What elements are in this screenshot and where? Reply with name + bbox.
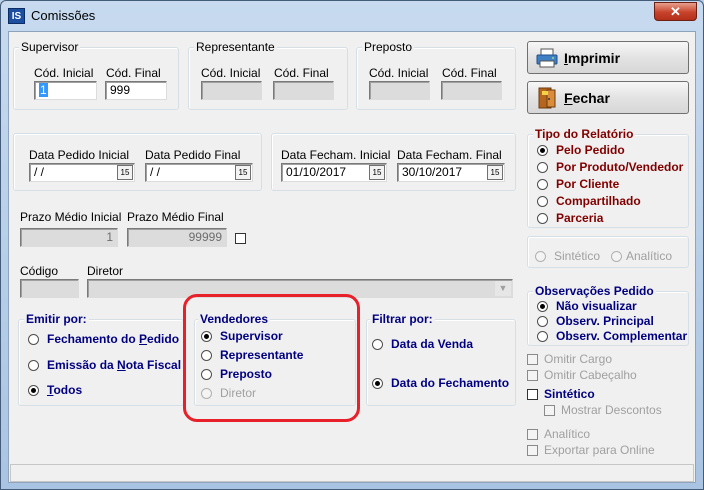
data-fecham-final-input[interactable]: 30/10/2017 15 xyxy=(397,163,505,182)
radio-button[interactable] xyxy=(28,360,39,371)
check-omitir-cargo[interactable]: Omitir Cargo xyxy=(527,351,612,367)
app-icon: IS xyxy=(8,8,25,24)
radio-parceria[interactable]: Parceria xyxy=(537,210,603,226)
check-exportar-online[interactable]: Exportar para Online xyxy=(527,442,655,458)
codigo-label: Código xyxy=(20,264,59,278)
supervisor-cod-final-label: Cód. Final xyxy=(106,66,161,80)
check-sintetico[interactable]: Sintético xyxy=(527,386,595,402)
door-exit-icon xyxy=(538,87,556,109)
radio-sintetico[interactable]: Sintético xyxy=(535,248,600,264)
data-fecham-final-label: Data Fecham. Final xyxy=(397,148,502,162)
data-fecham-inicial-label: Data Fecham. Inicial xyxy=(281,148,391,162)
radio-por-cliente[interactable]: Por Cliente xyxy=(537,176,619,192)
data-pedido-inicial-label: Data Pedido Inicial xyxy=(29,148,130,162)
printer-icon xyxy=(536,48,558,68)
radio-observ-principal[interactable]: Observ. Principal xyxy=(537,313,654,329)
checkbox[interactable] xyxy=(527,370,538,381)
representante-cod-inicial-input[interactable] xyxy=(201,81,262,100)
radio-button[interactable] xyxy=(537,331,548,342)
representante-cod-final-label: Cód. Final xyxy=(274,66,329,80)
radio-emissao-nota-fiscal[interactable]: Emissão da Nota Fiscal xyxy=(28,357,181,373)
fechamento-date-group xyxy=(271,133,516,191)
calendar-icon[interactable]: 15 xyxy=(117,165,133,180)
radio-button[interactable] xyxy=(372,378,383,389)
prazo-medio-final-input[interactable]: 99999 xyxy=(127,228,227,247)
preposto-cod-final-input[interactable] xyxy=(441,81,502,100)
radio-button[interactable] xyxy=(537,301,548,312)
check-analitico[interactable]: Analítico xyxy=(527,426,590,442)
status-bar xyxy=(10,464,694,482)
representante-cod-inicial-label: Cód. Inicial xyxy=(201,66,261,80)
pedido-date-group xyxy=(13,133,262,191)
radio-fechamento-pedido[interactable]: Fechamento do Pedido xyxy=(28,331,179,347)
check-omitir-cabecalho[interactable]: Omitir Cabeçalho xyxy=(527,367,637,383)
checkbox[interactable] xyxy=(527,445,538,456)
radio-pelo-pedido[interactable]: Pelo Pedido xyxy=(537,142,625,158)
radio-button[interactable] xyxy=(537,213,548,224)
prazo-medio-inicial-input[interactable]: 1 xyxy=(20,228,118,247)
radio-por-produto-vendedor[interactable]: Por Produto/Vendedor xyxy=(537,159,683,175)
radio-data-da-venda[interactable]: Data da Venda xyxy=(372,336,473,352)
calendar-icon[interactable]: 15 xyxy=(487,165,503,180)
check-mostrar-descontos[interactable]: Mostrar Descontos xyxy=(544,402,662,418)
prazo-checkbox[interactable] xyxy=(235,233,246,244)
tipo-relatorio-legend: Tipo do Relatório xyxy=(533,127,636,141)
radio-button[interactable] xyxy=(535,251,546,262)
data-fecham-inicial-input[interactable]: 01/10/2017 15 xyxy=(281,163,387,182)
radio-data-do-fechamento[interactable]: Data do Fechamento xyxy=(372,375,509,391)
radio-observ-complementar[interactable]: Observ. Complementar xyxy=(537,328,687,344)
radio-button[interactable] xyxy=(372,339,383,350)
chevron-down-icon[interactable]: ▼ xyxy=(495,281,511,296)
calendar-icon[interactable]: 15 xyxy=(369,165,385,180)
representante-legend: Representante xyxy=(194,40,277,54)
prazo-medio-final-label: Prazo Médio Final xyxy=(127,210,224,224)
data-pedido-inicial-input[interactable]: / / 15 xyxy=(29,163,135,182)
fechar-button[interactable]: Fechar xyxy=(527,81,689,114)
radio-nao-visualizar[interactable]: Não visualizar xyxy=(537,298,637,314)
checkbox[interactable] xyxy=(527,389,538,400)
diretor-label: Diretor xyxy=(87,264,124,278)
radio-button[interactable] xyxy=(611,251,622,262)
imprimir-button[interactable]: Imprimir xyxy=(527,41,689,74)
client-area: Supervisor Cód. Inicial Cód. Final 1 999… xyxy=(8,31,696,483)
representante-cod-final-input[interactable] xyxy=(273,81,334,100)
checkbox[interactable] xyxy=(544,405,555,416)
close-button[interactable]: ✕ xyxy=(654,2,697,21)
observacoes-legend: Observações Pedido xyxy=(533,284,656,298)
radio-todos[interactable]: Todos xyxy=(28,382,82,398)
data-pedido-final-label: Data Pedido Final xyxy=(145,148,241,162)
supervisor-legend: Supervisor xyxy=(19,40,81,54)
preposto-cod-inicial-input[interactable] xyxy=(369,81,430,100)
window-title: Comissões xyxy=(31,8,96,23)
radio-button[interactable] xyxy=(537,316,548,327)
emitir-por-legend: Emitir por: xyxy=(24,312,89,326)
supervisor-cod-inicial-input[interactable]: 1 xyxy=(34,81,97,100)
radio-button[interactable] xyxy=(537,145,548,156)
radio-button[interactable] xyxy=(28,385,39,396)
checkbox[interactable] xyxy=(527,429,538,440)
preposto-cod-inicial-label: Cód. Inicial xyxy=(369,66,429,80)
radio-compartilhado[interactable]: Compartilhado xyxy=(537,193,641,209)
radio-button[interactable] xyxy=(28,334,39,345)
preposto-cod-final-label: Cód. Final xyxy=(442,66,497,80)
data-pedido-final-input[interactable]: / / 15 xyxy=(145,163,253,182)
calendar-icon[interactable]: 15 xyxy=(235,165,251,180)
supervisor-cod-final-input[interactable]: 999 xyxy=(105,81,167,100)
radio-analitico[interactable]: Analítico xyxy=(611,248,672,264)
radio-button[interactable] xyxy=(537,162,548,173)
codigo-input[interactable] xyxy=(20,279,79,298)
prazo-medio-inicial-label: Prazo Médio Inicial xyxy=(20,210,122,224)
checkbox[interactable] xyxy=(527,354,538,365)
preposto-legend: Preposto xyxy=(362,40,415,54)
filtrar-por-group xyxy=(366,319,516,406)
comissoes-window: IS Comissões ✕ Supervisor Cód. Inicial C… xyxy=(0,0,704,490)
title-bar[interactable]: IS Comissões ✕ xyxy=(1,1,703,31)
highlight-annotation xyxy=(183,294,360,422)
radio-button[interactable] xyxy=(537,179,548,190)
supervisor-cod-inicial-label: Cód. Inicial xyxy=(34,66,94,80)
filtrar-por-legend: Filtrar por: xyxy=(370,312,435,326)
radio-button[interactable] xyxy=(537,196,548,207)
